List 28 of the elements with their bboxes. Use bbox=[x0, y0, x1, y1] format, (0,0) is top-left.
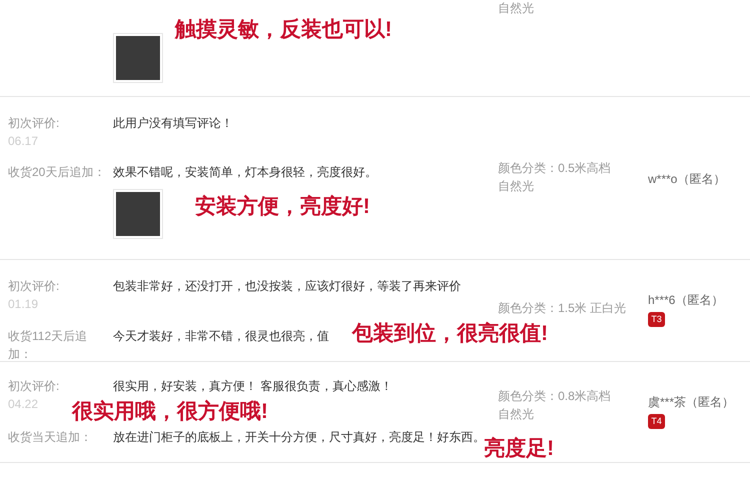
review-text: 很实用，好安装，真方便！ 客服很负责，真心感激！ bbox=[113, 379, 392, 393]
annotation-text: 亮度足! bbox=[484, 437, 554, 461]
level-badge: T3 bbox=[648, 312, 665, 327]
sku-text: 自然光 bbox=[498, 0, 534, 17]
level-badge: T4 bbox=[648, 414, 665, 429]
photo-placeholder[interactable] bbox=[113, 33, 163, 83]
sku-text: 颜色分类：1.5米 正白光 bbox=[498, 300, 626, 317]
append-text: 今天才装好，非常不错，很灵也很亮，值 bbox=[113, 329, 329, 343]
append-label: 收货当天追加： bbox=[8, 429, 92, 446]
review-label: 初次评价: bbox=[8, 378, 60, 395]
review-text: 包装非常好，还没打开，也没按装，应该灯很好，等装了再来评价 bbox=[113, 279, 461, 293]
review-label: 初次评价: bbox=[8, 278, 60, 295]
annotation-text: 触摸灵敏，反装也可以! bbox=[175, 18, 392, 42]
annotation-text: 安装方便，亮度好! bbox=[195, 195, 370, 219]
annotation-text: 很实用哦，很方便哦! bbox=[72, 400, 268, 424]
photo-placeholder[interactable] bbox=[113, 189, 163, 239]
user-name: 虞***茶（匿名） bbox=[648, 394, 736, 411]
sku-text: 颜色分类：0.8米高档自然光 bbox=[498, 388, 612, 423]
annotation-text: 包装到位，很亮很值! bbox=[352, 322, 548, 346]
user-name: w***o（匿名） bbox=[648, 171, 726, 188]
append-label: 收货20天后追加： bbox=[8, 164, 106, 181]
append-label: 收货112天后追加： bbox=[8, 328, 88, 363]
append-text: 放在进门柜子的底板上，开关十分方便，尺寸真好，亮度足！好东西。 bbox=[113, 430, 485, 444]
append-text: 效果不错呢，安装简单，灯本身很轻，亮度很好。 bbox=[113, 165, 377, 179]
user-name: h***6（匿名） bbox=[648, 292, 724, 309]
review-label: 初次评价: bbox=[8, 115, 60, 132]
sku-text: 颜色分类：0.5米高档自然光 bbox=[498, 160, 612, 195]
review-text: 此用户没有填写评论！ bbox=[113, 116, 233, 130]
